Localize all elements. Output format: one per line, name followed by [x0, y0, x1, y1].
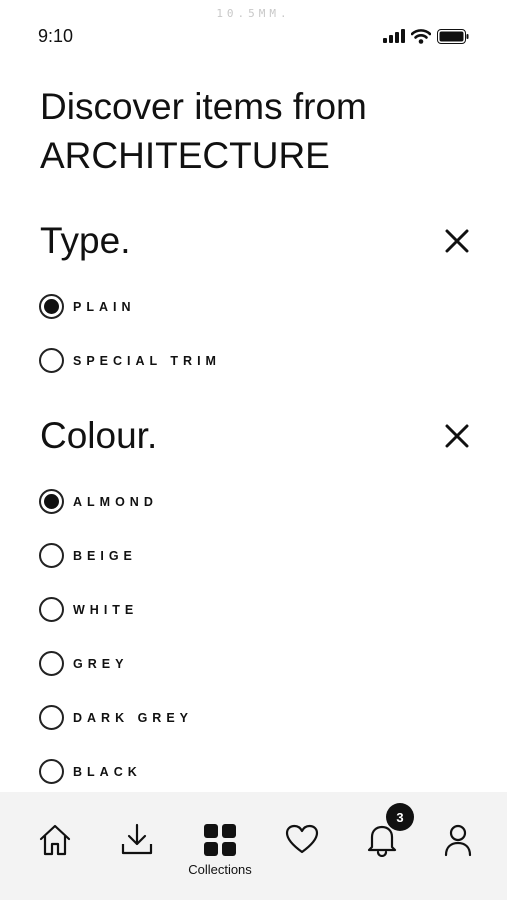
type-section-title: Type.: [40, 220, 131, 261]
nav-collections[interactable]: Collections: [188, 824, 252, 877]
brand-watermark: 10.5MM.: [216, 7, 291, 20]
type-section-header: Type.: [40, 220, 471, 262]
option-label: ALMOND: [73, 494, 158, 509]
type-option-plain[interactable]: PLAIN: [39, 294, 136, 319]
option-label: BEIGE: [73, 548, 137, 563]
grid-icon: [204, 824, 236, 856]
bottom-nav: Collections 3: [0, 792, 507, 900]
nav-downloads[interactable]: [107, 822, 167, 856]
colour-option-beige[interactable]: BEIGE: [39, 543, 137, 568]
radio-button[interactable]: [39, 597, 64, 622]
option-label: BLACK: [73, 764, 142, 779]
wifi-icon: [411, 28, 431, 44]
status-time: 9:10: [38, 25, 74, 46]
colour-section-header: Colour.: [40, 415, 471, 457]
close-icon: [445, 424, 469, 448]
close-icon: [445, 229, 469, 253]
nav-home[interactable]: [25, 823, 85, 857]
nav-favorites[interactable]: [272, 824, 332, 854]
type-close-button[interactable]: [443, 227, 471, 255]
page-title-line2: ARCHITECTURE: [40, 135, 330, 176]
option-label: WHITE: [73, 602, 139, 617]
colour-option-grey[interactable]: GREY: [39, 651, 128, 676]
radio-button[interactable]: [39, 543, 64, 568]
radio-button[interactable]: [39, 651, 64, 676]
colour-option-almond[interactable]: ALMOND: [39, 489, 158, 514]
option-label: SPECIAL TRIM: [73, 353, 221, 368]
radio-button-selected[interactable]: [39, 294, 64, 319]
option-label: PLAIN: [73, 299, 136, 314]
option-label: GREY: [73, 656, 129, 671]
page-title-line1: Discover items from: [40, 86, 367, 127]
battery-icon: [437, 28, 469, 44]
colour-close-button[interactable]: [443, 422, 471, 450]
radio-button[interactable]: [39, 348, 64, 373]
radio-button-selected[interactable]: [39, 489, 64, 514]
home-icon: [39, 824, 71, 856]
notification-count-badge: 3: [386, 803, 414, 831]
download-icon: [121, 823, 153, 855]
colour-option-black[interactable]: BLACK: [39, 759, 142, 784]
option-label: DARK GREY: [73, 710, 194, 725]
status-bar: 9:10: [38, 24, 469, 48]
colour-option-white[interactable]: WHITE: [39, 597, 138, 622]
status-icons: [383, 28, 469, 44]
heart-icon: [285, 824, 319, 854]
page-title: Discover items from ARCHITECTURE: [40, 82, 480, 180]
nav-collections-label: Collections: [188, 862, 252, 877]
type-option-special-trim[interactable]: SPECIAL TRIM: [39, 348, 221, 373]
cellular-signal-icon: [383, 29, 405, 43]
nav-profile[interactable]: [428, 823, 488, 857]
colour-section-title: Colour.: [40, 415, 158, 456]
user-icon: [444, 824, 472, 857]
radio-button[interactable]: [39, 705, 64, 730]
radio-button[interactable]: [39, 759, 64, 784]
colour-option-dark-grey[interactable]: DARK GREY: [39, 705, 193, 730]
